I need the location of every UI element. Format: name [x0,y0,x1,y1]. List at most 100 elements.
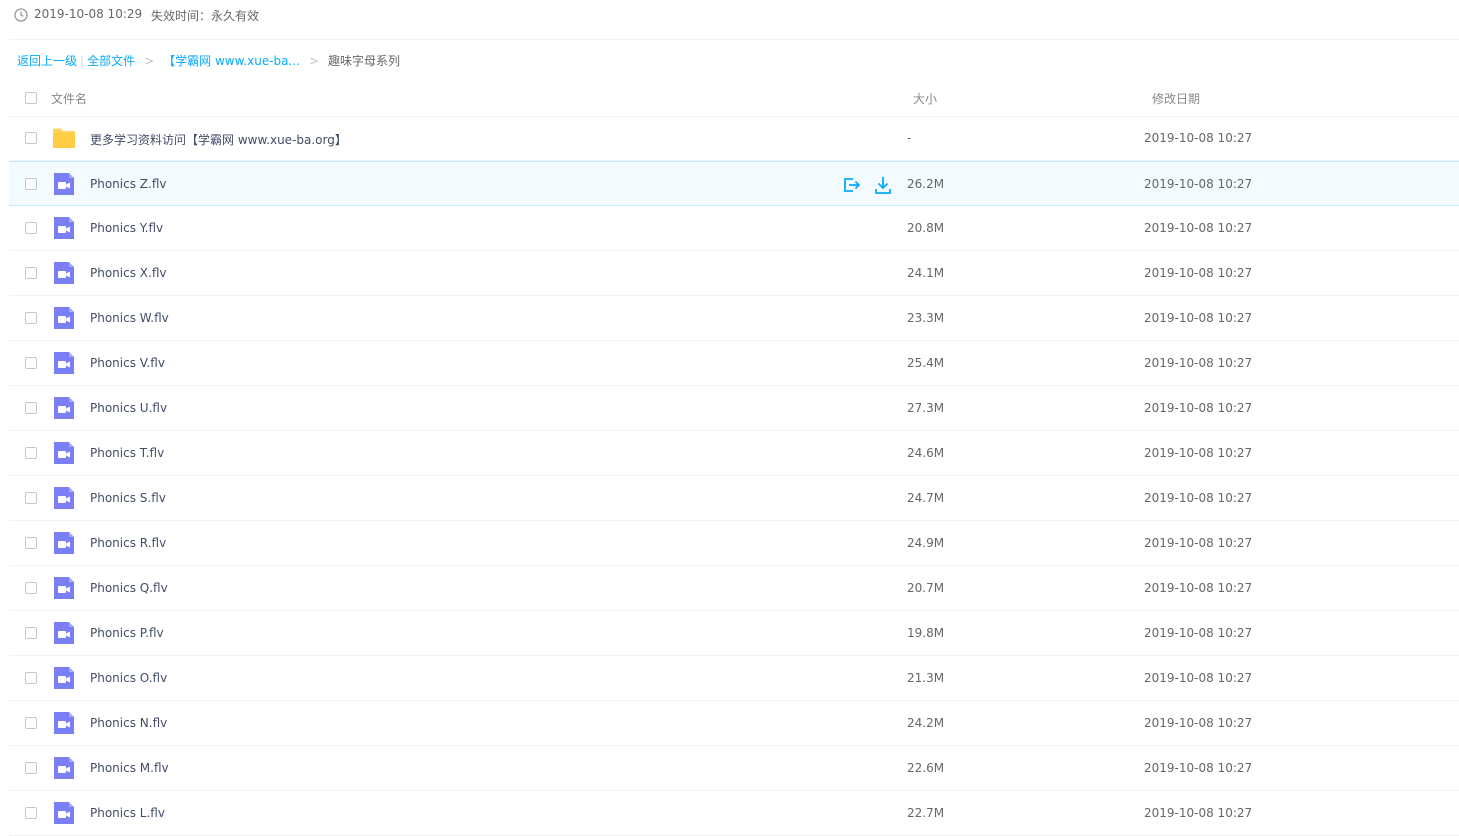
file-checkbox[interactable] [25,807,37,819]
file-size: 20.8M [907,221,945,235]
breadcrumb-arrow: > [308,53,320,68]
file-checkbox[interactable] [25,222,37,234]
file-checkbox[interactable] [25,717,37,729]
video-file-icon [52,486,76,510]
file-size: 24.1M [907,266,945,280]
file-date: 2019-10-08 10:27 [1144,266,1253,280]
file-checkbox[interactable] [25,537,37,549]
file-name[interactable]: Phonics M.flv [90,761,169,775]
file-size: 26.2M [907,177,945,191]
file-size: 21.3M [907,671,945,685]
video-file-icon [52,396,76,420]
file-row[interactable]: Phonics Y.flv 20.8M 2019-10-08 10:27 [9,206,1459,251]
file-row[interactable]: Phonics S.flv 24.7M 2019-10-08 10:27 [9,476,1459,521]
select-all-checkbox[interactable] [25,92,37,104]
file-row[interactable]: 更多学习资料访问【学霸网 www.xue-ba.org】 - 2019-10-08 … [9,116,1459,161]
file-size: 25.4M [907,356,945,370]
video-file-icon [52,621,76,645]
breadcrumb-back-link[interactable]: 返回上一级 [17,52,77,69]
save-to-drive-icon[interactable] [841,175,861,195]
file-checkbox[interactable] [25,627,37,639]
file-row[interactable]: Phonics M.flv 22.6M 2019-10-08 10:27 [9,746,1459,791]
download-icon[interactable] [874,175,892,195]
file-row[interactable]: Phonics O.flv 21.3M 2019-10-08 10:27 [9,656,1459,701]
file-name[interactable]: Phonics U.flv [90,401,167,415]
file-row[interactable]: Phonics P.flv 19.8M 2019-10-08 10:27 [9,611,1459,656]
file-row[interactable]: Phonics T.flv 24.6M 2019-10-08 10:27 [9,431,1459,476]
file-size: 23.3M [907,311,945,325]
file-name[interactable]: Phonics Y.flv [90,221,163,235]
expire-label: 失效时间：永久有效 [151,9,260,23]
file-name[interactable]: Phonics S.flv [90,491,166,505]
file-row[interactable]: Phonics N.flv 24.2M 2019-10-08 10:27 [9,701,1459,746]
video-file-icon [52,756,76,780]
file-checkbox[interactable] [25,312,37,324]
file-name[interactable]: Phonics L.flv [90,806,165,820]
file-size: 20.7M [907,581,945,595]
file-checkbox[interactable] [25,492,37,504]
file-row[interactable]: Phonics W.flv 23.3M 2019-10-08 10:27 [9,296,1459,341]
file-row[interactable]: Phonics U.flv 27.3M 2019-10-08 10:27 [9,386,1459,431]
file-name[interactable]: Phonics P.flv [90,626,164,640]
file-name[interactable]: Phonics R.flv [90,536,166,550]
file-name[interactable]: Phonics N.flv [90,716,167,730]
file-date: 2019-10-08 10:27 [1144,491,1253,505]
file-date: 2019-10-08 10:27 [1144,177,1253,191]
video-file-icon [52,666,76,690]
video-file-icon [52,172,76,196]
file-checkbox[interactable] [25,582,37,594]
file-size: 22.6M [907,761,945,775]
file-date: 2019-10-08 10:27 [1144,581,1253,595]
breadcrumb-all-files-link[interactable]: 全部文件 [87,52,135,69]
file-date: 2019-10-08 10:27 [1144,671,1253,685]
video-file-icon [52,711,76,735]
file-row[interactable]: Phonics V.flv 25.4M 2019-10-08 10:27 [9,341,1459,386]
file-checkbox[interactable] [25,672,37,684]
breadcrumb-separator: | [80,53,85,68]
file-row[interactable]: Phonics Z.flv 26.2M 2019-10-08 10:27 [9,161,1459,206]
file-size: 24.9M [907,536,945,550]
column-header-size[interactable]: 大小 [913,90,937,107]
file-name[interactable]: Phonics T.flv [90,446,164,460]
file-checkbox[interactable] [25,447,37,459]
divider [9,39,1459,40]
file-date: 2019-10-08 10:27 [1144,356,1253,370]
file-date: 2019-10-08 10:27 [1144,401,1253,415]
file-checkbox[interactable] [25,402,37,414]
file-size: 27.3M [907,401,945,415]
file-name[interactable]: Phonics W.flv [90,311,169,325]
file-size: 24.7M [907,491,945,505]
video-file-icon [52,306,76,330]
file-checkbox[interactable] [25,132,37,144]
breadcrumb-current: 趣味字母系列 [328,54,401,68]
file-name[interactable]: Phonics Q.flv [90,581,168,595]
file-size: 22.7M [907,806,945,820]
file-date: 2019-10-08 10:27 [1144,311,1253,325]
file-size: - [907,131,912,145]
file-size: 24.2M [907,716,945,730]
video-file-icon [52,801,76,825]
video-file-icon [52,531,76,555]
file-row[interactable]: Phonics Q.flv 20.7M 2019-10-08 10:27 [9,566,1459,611]
breadcrumb: 返回上一级 | 全部文件 > 【学霸网 www.xue-ba... > 趣味字母… [17,52,400,69]
file-checkbox[interactable] [25,178,37,190]
column-header-date[interactable]: 修改日期 [1152,90,1200,107]
file-name[interactable]: Phonics X.flv [90,266,166,280]
file-date: 2019-10-08 10:27 [1144,446,1253,460]
file-checkbox[interactable] [25,762,37,774]
share-info-bar: 2019-10-08 10:29 失效时间：永久有效 [0,0,1459,30]
column-header-name[interactable]: 文件名 [51,90,87,107]
file-date: 2019-10-08 10:27 [1144,761,1253,775]
file-checkbox[interactable] [25,267,37,279]
breadcrumb-parent-link[interactable]: 【学霸网 www.xue-ba... [163,52,300,69]
file-name[interactable]: Phonics O.flv [90,671,167,685]
file-date: 2019-10-08 10:27 [1144,131,1253,145]
file-date: 2019-10-08 10:27 [1144,221,1253,235]
file-row[interactable]: Phonics R.flv 24.9M 2019-10-08 10:27 [9,521,1459,566]
file-checkbox[interactable] [25,357,37,369]
file-name[interactable]: Phonics Z.flv [90,177,166,191]
file-name[interactable]: 更多学习资料访问【学霸网 www.xue-ba.org】 [90,131,347,148]
file-name[interactable]: Phonics V.flv [90,356,165,370]
file-row[interactable]: Phonics L.flv 22.7M 2019-10-08 10:27 [9,791,1459,836]
file-row[interactable]: Phonics X.flv 24.1M 2019-10-08 10:27 [9,251,1459,296]
